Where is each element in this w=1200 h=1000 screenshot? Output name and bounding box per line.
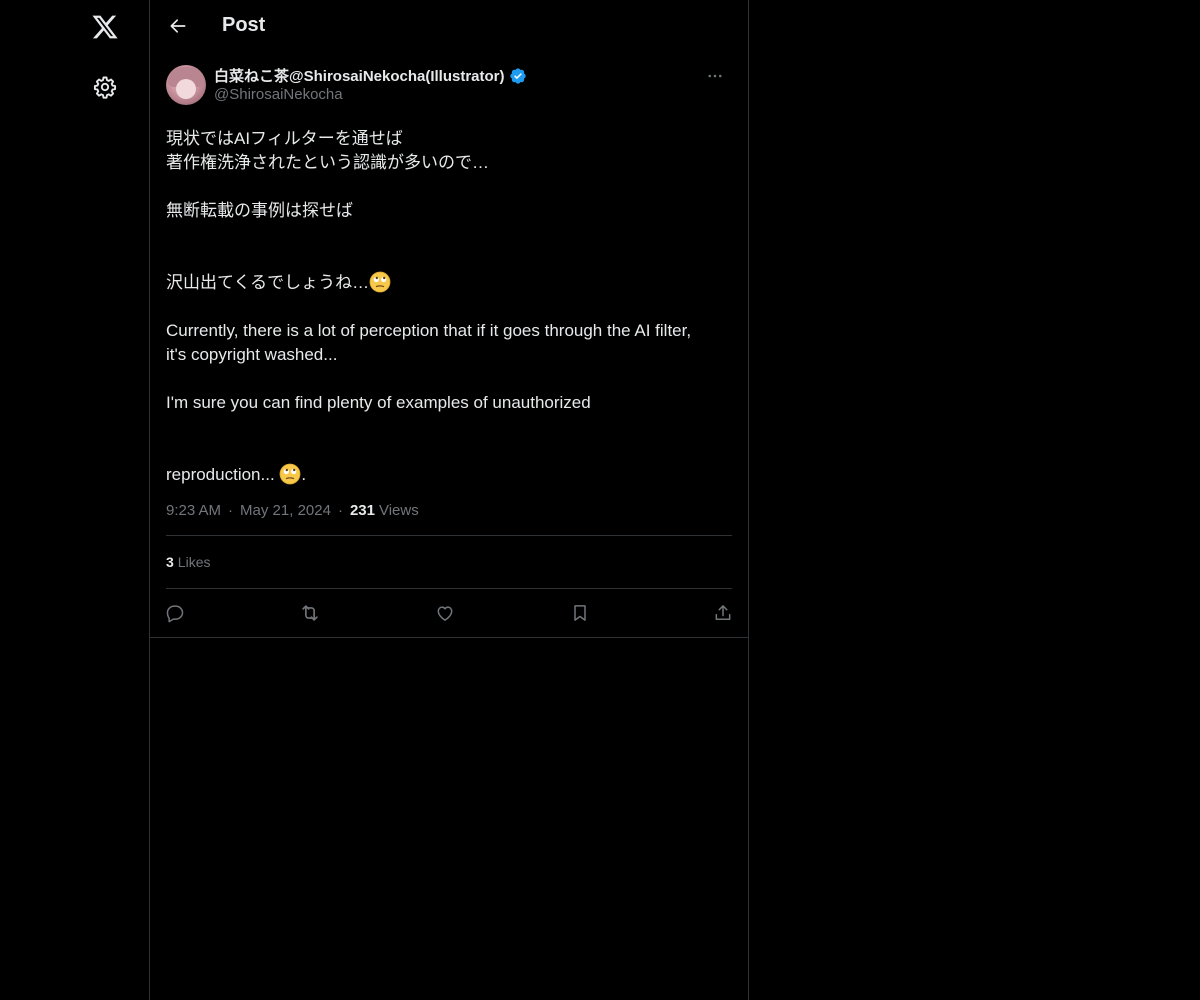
likes-summary[interactable]: 3 Likes <box>166 536 732 589</box>
page-title: Post <box>222 14 266 36</box>
more-options-button[interactable] <box>698 59 732 93</box>
post-line: 無断転載の事例は探せば <box>166 201 353 220</box>
post-line: 現状ではAIフィルターを通せば <box>166 129 403 148</box>
author-name-row: 白菜ねこ茶@ShirosaiNekocha(Illustrator) <box>214 65 527 86</box>
post-date[interactable]: May 21, 2024 <box>240 502 331 519</box>
left-nav <box>0 0 149 1000</box>
author-handle[interactable]: @ShirosaiNekocha <box>214 86 343 103</box>
post-author: 白菜ねこ茶@ShirosaiNekocha(Illustrator) @Shir… <box>166 65 732 121</box>
post-line <box>166 367 732 391</box>
reply-button[interactable] <box>158 596 192 630</box>
back-button[interactable] <box>161 9 195 43</box>
post: 白菜ねこ茶@ShirosaiNekocha(Illustrator) @Shir… <box>150 65 748 638</box>
heart-icon <box>437 606 453 621</box>
post-line <box>166 175 732 199</box>
post-meta: 9:23 AM · May 21, 2024 · 231 Views <box>166 502 732 536</box>
like-button[interactable] <box>428 596 462 630</box>
repost-button[interactable] <box>293 596 327 630</box>
post-actions <box>166 589 732 637</box>
face-with-rolling-eyes-icon <box>369 223 391 293</box>
bookmark-button[interactable] <box>563 596 597 630</box>
meta-separator: · <box>337 502 343 519</box>
likes-label: Likes <box>177 554 211 570</box>
repost-icon <box>302 605 318 621</box>
post-line <box>166 295 732 319</box>
avatar-face <box>176 79 196 99</box>
settings-button[interactable] <box>82 64 128 110</box>
app: Post 白菜ねこ茶@ShirosaiNekocha(Illustrator) <box>0 0 1200 1000</box>
likes-count: 3 <box>166 554 174 570</box>
meta-separator: · <box>228 502 234 519</box>
views-label: Views <box>378 502 419 519</box>
x-logo-icon <box>92 15 118 39</box>
views-count: 231 <box>349 502 375 519</box>
x-logo-button[interactable] <box>82 4 128 50</box>
page-header: Post <box>150 0 748 53</box>
arrow-left-icon <box>170 19 186 33</box>
main-column: Post 白菜ねこ茶@ShirosaiNekocha(Illustrator) <box>149 0 749 1000</box>
post-line: reproduction... . <box>166 415 732 487</box>
post-line: 著作権洗浄されたという認識が多いので… <box>166 153 489 172</box>
gear-icon <box>93 76 117 99</box>
post-line-suffix: . <box>301 465 307 484</box>
author-display-name[interactable]: 白菜ねこ茶@ShirosaiNekocha(Illustrator) <box>214 65 505 86</box>
post-line: 沢山出てくるでしょうね… <box>166 223 732 295</box>
post-line: Currently, there is a lot of perception … <box>166 321 692 340</box>
post-line: it's copyright washed... <box>166 345 338 364</box>
post-bottom-divider <box>150 637 748 638</box>
reply-icon <box>166 605 184 623</box>
post-text: 現状ではAIフィルターを通せば 著作権洗浄されたという認識が多いので… 無断転載… <box>166 127 732 487</box>
more-dots-icon <box>708 74 722 78</box>
avatar[interactable] <box>166 65 206 105</box>
bookmark-icon <box>574 605 586 621</box>
post-time[interactable]: 9:23 AM <box>166 502 221 519</box>
verified-badge-icon[interactable] <box>509 67 527 85</box>
face-with-rolling-eyes-icon <box>279 415 301 485</box>
share-icon <box>715 605 731 620</box>
post-line: I'm sure you can find plenty of examples… <box>166 393 591 412</box>
share-button[interactable] <box>706 596 740 630</box>
